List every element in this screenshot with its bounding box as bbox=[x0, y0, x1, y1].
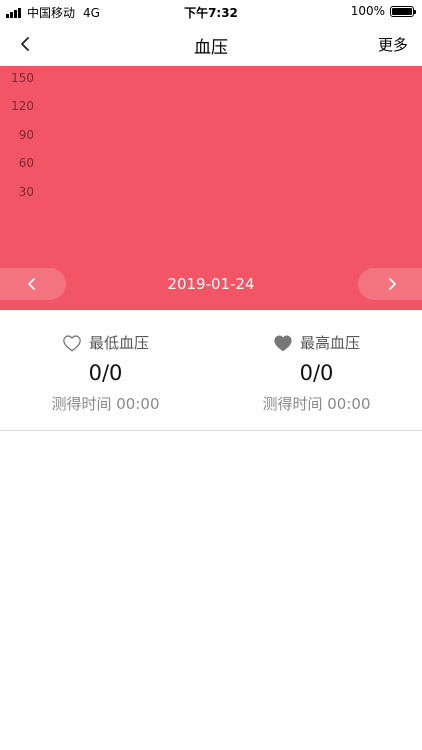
y-tick-label: 30 bbox=[18, 184, 34, 199]
stat-value: 0/0 bbox=[299, 361, 334, 385]
stat-label: 最低血压 bbox=[88, 334, 149, 352]
status-right: 100% bbox=[350, 4, 416, 18]
stat-time: 测得时间 00:00 bbox=[51, 395, 160, 413]
highest-pressure-stat: 最高血压 0/0 测得时间 00:00 bbox=[211, 310, 422, 431]
y-tick-label: 60 bbox=[18, 156, 34, 171]
stat-time: 测得时间 00:00 bbox=[262, 395, 371, 413]
page-title: 血压 bbox=[194, 38, 228, 58]
stat-value: 0/0 bbox=[88, 361, 123, 385]
lowest-pressure-stat: 最低血压 0/0 测得时间 00:00 bbox=[0, 310, 211, 431]
battery-percent: 100% bbox=[350, 4, 385, 18]
chevron-right-icon bbox=[389, 278, 396, 290]
nav-bar: 血压 更多 bbox=[0, 22, 422, 66]
stat-label-row: 最低血压 bbox=[0, 332, 211, 353]
blood-pressure-chart: 150 120 90 60 30 2019-01-24 bbox=[0, 66, 422, 310]
y-tick-label: 90 bbox=[18, 127, 34, 142]
more-button[interactable]: 更多 bbox=[378, 34, 408, 55]
y-tick-label: 150 bbox=[11, 71, 34, 85]
stat-label: 最高血压 bbox=[299, 334, 360, 352]
battery-icon bbox=[390, 5, 416, 17]
chart-canvas bbox=[0, 66, 422, 266]
heart-filled-icon bbox=[274, 335, 292, 351]
y-tick-label: 120 bbox=[11, 99, 34, 114]
next-day-button[interactable] bbox=[358, 268, 422, 300]
stats-panel: 最低血压 0/0 测得时间 00:00 最高血压 0/0 测得时间 00:00 bbox=[0, 310, 422, 431]
heart-outline-icon bbox=[63, 334, 81, 351]
status-bar: 中国移动 4G 下午7:32 100% bbox=[0, 0, 422, 22]
stat-label-row: 最高血压 bbox=[211, 332, 422, 353]
